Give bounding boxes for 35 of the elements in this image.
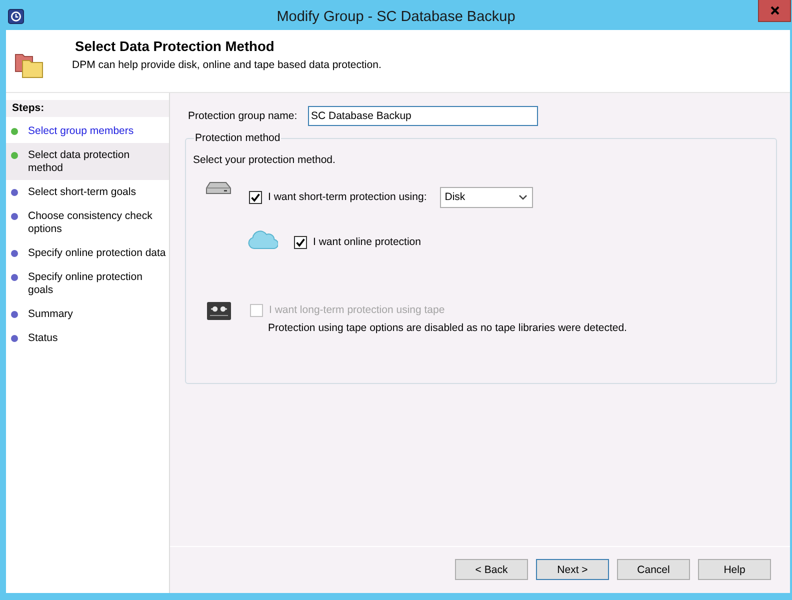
checkbox-label: I want long-term protection using tape [269, 304, 445, 317]
checkbox[interactable] [249, 191, 262, 204]
folder-icon [15, 52, 43, 78]
steps-heading: Steps: [6, 100, 169, 117]
wizard-button[interactable]: Cancel [617, 559, 690, 580]
step-item[interactable]: Status [6, 326, 169, 350]
group-name-field[interactable]: SC Database Backup [308, 106, 538, 126]
step-item[interactable]: Specify online protection data [6, 241, 169, 265]
group-legend: Protection method [194, 132, 282, 145]
clock-icon[interactable] [8, 9, 24, 24]
checkbox-label: I want online protection [313, 236, 421, 249]
step-item[interactable]: Summary [6, 302, 169, 326]
checkbox[interactable] [294, 236, 307, 249]
step-item[interactable]: Select group members [6, 119, 169, 143]
step-item[interactable]: Choose consistency check options [6, 204, 169, 241]
wizard-button[interactable]: < Back [455, 559, 528, 580]
page-description: DPM can help provide disk, online and tape based data protection. [71, 59, 382, 72]
chevron-down-icon [518, 195, 527, 200]
step-item[interactable]: Specify online protection goals [6, 265, 169, 302]
cloud-icon [247, 230, 278, 249]
checkbox-label: I want short-term protection using: [268, 191, 427, 204]
dropdown[interactable]: Disk [440, 187, 533, 208]
close-button[interactable] [758, 0, 791, 22]
instruction-text: Select your protection method. [193, 154, 336, 167]
tape-icon [207, 302, 231, 320]
wizard-button[interactable]: Help [698, 559, 771, 580]
note-text: Protection using tape options are disabled as no tape libraries were detected. [268, 322, 627, 335]
close-icon [770, 6, 780, 15]
window-title: Modify Group - SC Database Backup [276, 8, 516, 26]
disk-drive-icon [206, 182, 231, 194]
step-item[interactable]: Select short-term goals [6, 180, 169, 204]
step-item[interactable]: Select data protection method [6, 143, 169, 180]
wizard-button[interactable]: Next > [536, 559, 609, 580]
group-name-label: Protection group name: [188, 110, 298, 122]
page-title: Select Data Protection Method [74, 38, 276, 55]
